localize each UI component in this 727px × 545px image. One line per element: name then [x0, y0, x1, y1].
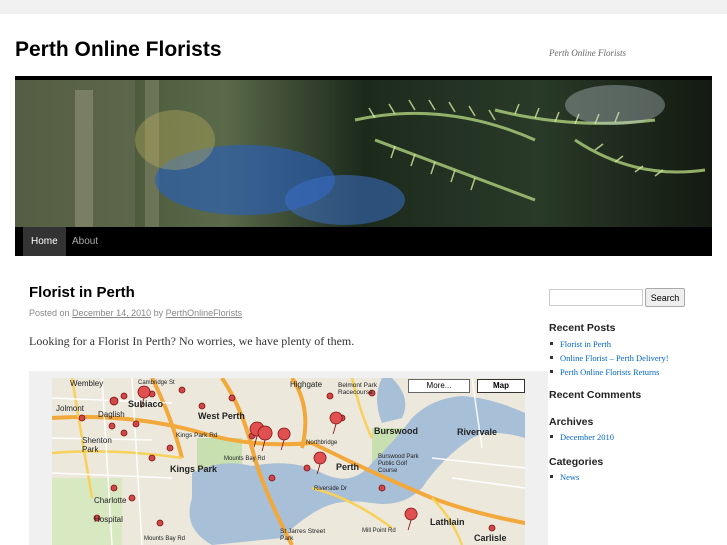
- map-frame: Wembley Cambridge St Highgate Belmont Pa…: [29, 371, 548, 545]
- archive-link[interactable]: December 2010: [549, 430, 614, 444]
- recent-post-link[interactable]: Perth Online Florists Returns: [549, 365, 669, 379]
- posted-on-label: Posted on: [29, 308, 70, 318]
- map-label: Belmont Park Racecourse: [338, 382, 378, 396]
- recent-posts-list: Florist in Perth Online Florist – Perth …: [549, 337, 669, 379]
- map-label: Wembley: [70, 379, 104, 388]
- recent-post-link[interactable]: Online Florist – Perth Delivery!: [549, 351, 669, 365]
- map-type-button[interactable]: Map: [477, 379, 525, 393]
- map-label: Shenton Park: [82, 436, 112, 454]
- nav-home[interactable]: Home: [23, 227, 66, 256]
- recent-post-link[interactable]: Florist in Perth: [549, 337, 669, 351]
- post-date-link[interactable]: December 14, 2010: [72, 308, 151, 318]
- map-label: Mill Point Rd: [362, 528, 396, 534]
- map-label: Northbridge: [306, 440, 338, 446]
- map-label: Riverside Dr: [314, 486, 348, 492]
- categories-list: News: [549, 470, 579, 484]
- map-label: Perth: [336, 462, 360, 472]
- map-label: Subiaco: [128, 399, 164, 409]
- map-label: Rivervale: [457, 427, 498, 437]
- map-label: St Jarres Street Park: [280, 528, 326, 542]
- page-wrapper: Perth Online Florists Perth Online Flori…: [0, 14, 727, 545]
- map-label: Burswood: [374, 426, 418, 436]
- map-label: Highgate: [290, 380, 323, 389]
- google-map[interactable]: Wembley Cambridge St Highgate Belmont Pa…: [52, 378, 525, 545]
- map-label: Burswood Park Public Golf Course: [378, 454, 419, 474]
- nav-about[interactable]: About: [64, 227, 106, 256]
- map-label: Kings Park Rd: [176, 432, 218, 439]
- by-label: by: [153, 308, 164, 318]
- map-label: Hospital: [94, 515, 123, 524]
- post-title[interactable]: Florist in Perth: [29, 284, 135, 301]
- site-title[interactable]: Perth Online Florists: [15, 38, 222, 62]
- map-label: Mounts Bay Rd: [144, 536, 186, 542]
- map-label: Kings Park: [170, 464, 218, 474]
- search-input[interactable]: [549, 289, 643, 306]
- map-label: Charlotte: [94, 496, 127, 505]
- category-link[interactable]: News: [549, 470, 579, 484]
- author-link[interactable]: PerthOnlineFlorists: [166, 308, 243, 318]
- map-label: Mounts Bay Rd: [224, 456, 266, 462]
- map-label: Jolmont: [56, 404, 85, 413]
- archives-list: December 2010: [549, 430, 614, 444]
- map-more-button[interactable]: More...: [408, 379, 470, 393]
- recent-posts-title: Recent Posts: [549, 322, 616, 334]
- categories-title: Categories: [549, 456, 604, 468]
- map-label: Daglish: [98, 410, 125, 419]
- search-button[interactable]: Search: [645, 288, 685, 307]
- recent-comments-title: Recent Comments: [549, 389, 642, 401]
- site-description: Perth Online Florists: [549, 48, 626, 58]
- post-body: Looking for a Florist In Perth? No worri…: [29, 334, 355, 348]
- header-image: [15, 76, 712, 232]
- map-label: West Perth: [198, 411, 245, 421]
- map-label: Cambridge St: [138, 380, 175, 386]
- post-meta: Posted on December 14, 2010 by PerthOnli…: [29, 308, 242, 318]
- archives-title: Archives: [549, 416, 594, 428]
- map-label: Carlisle: [474, 533, 507, 543]
- main-nav: Home About: [15, 227, 712, 256]
- map-label: Lathlain: [430, 517, 465, 527]
